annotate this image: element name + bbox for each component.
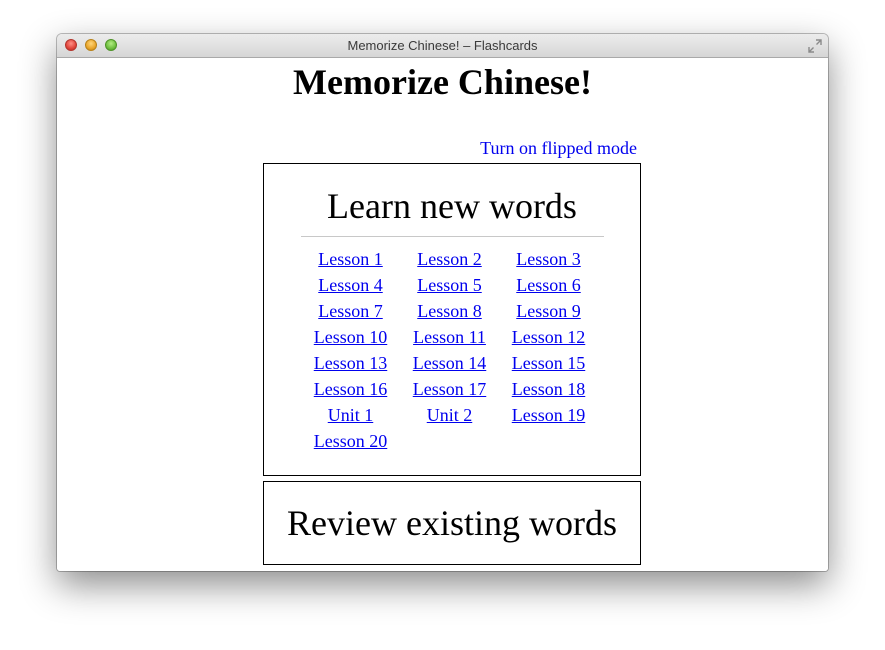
lesson-link[interactable]: Lesson 12 (499, 324, 598, 350)
window-title: Memorize Chinese! – Flashcards (347, 38, 538, 53)
learn-new-words-panel: Learn new words Lesson 1 Lesson 2 Lesson… (263, 163, 641, 476)
lesson-link[interactable]: Lesson 19 (499, 402, 598, 428)
lesson-link[interactable]: Lesson 18 (499, 376, 598, 402)
lesson-link[interactable]: Lesson 9 (499, 298, 598, 324)
learn-heading: Learn new words (327, 186, 577, 226)
lesson-link[interactable]: Lesson 15 (499, 350, 598, 376)
review-existing-words-panel[interactable]: Review existing words (263, 481, 641, 565)
lesson-link[interactable]: Lesson 7 (301, 298, 400, 324)
lesson-link[interactable]: Lesson 13 (301, 350, 400, 376)
lesson-link[interactable]: Lesson 17 (400, 376, 499, 402)
lesson-link[interactable]: Lesson 2 (400, 246, 499, 272)
flipped-mode-link[interactable]: Turn on flipped mode (480, 138, 637, 159)
review-heading: Review existing words (287, 503, 617, 543)
title-bar[interactable]: Memorize Chinese! – Flashcards (57, 34, 828, 58)
browser-window: Memorize Chinese! – Flashcards Memorize … (57, 34, 828, 571)
lesson-link[interactable]: Lesson 3 (499, 246, 598, 272)
lesson-link[interactable]: Lesson 14 (400, 350, 499, 376)
page-title: Memorize Chinese! (293, 62, 592, 102)
page-content: Memorize Chinese! Turn on flipped mode L… (57, 58, 828, 571)
lesson-list: Lesson 1 Lesson 2 Lesson 3 Lesson 4 Less… (301, 246, 598, 454)
lesson-link[interactable]: Lesson 20 (301, 428, 400, 454)
lesson-link[interactable]: Lesson 1 (301, 246, 400, 272)
lesson-link[interactable]: Lesson 10 (301, 324, 400, 350)
lesson-link[interactable]: Lesson 6 (499, 272, 598, 298)
lesson-link[interactable]: Lesson 4 (301, 272, 400, 298)
lesson-link[interactable]: Lesson 16 (301, 376, 400, 402)
fullscreen-icon[interactable] (808, 39, 822, 53)
lesson-link[interactable]: Lesson 11 (400, 324, 499, 350)
unit-link[interactable]: Unit 2 (400, 402, 499, 428)
lesson-link[interactable]: Lesson 8 (400, 298, 499, 324)
unit-link[interactable]: Unit 1 (301, 402, 400, 428)
divider (301, 236, 604, 237)
lesson-link[interactable]: Lesson 5 (400, 272, 499, 298)
